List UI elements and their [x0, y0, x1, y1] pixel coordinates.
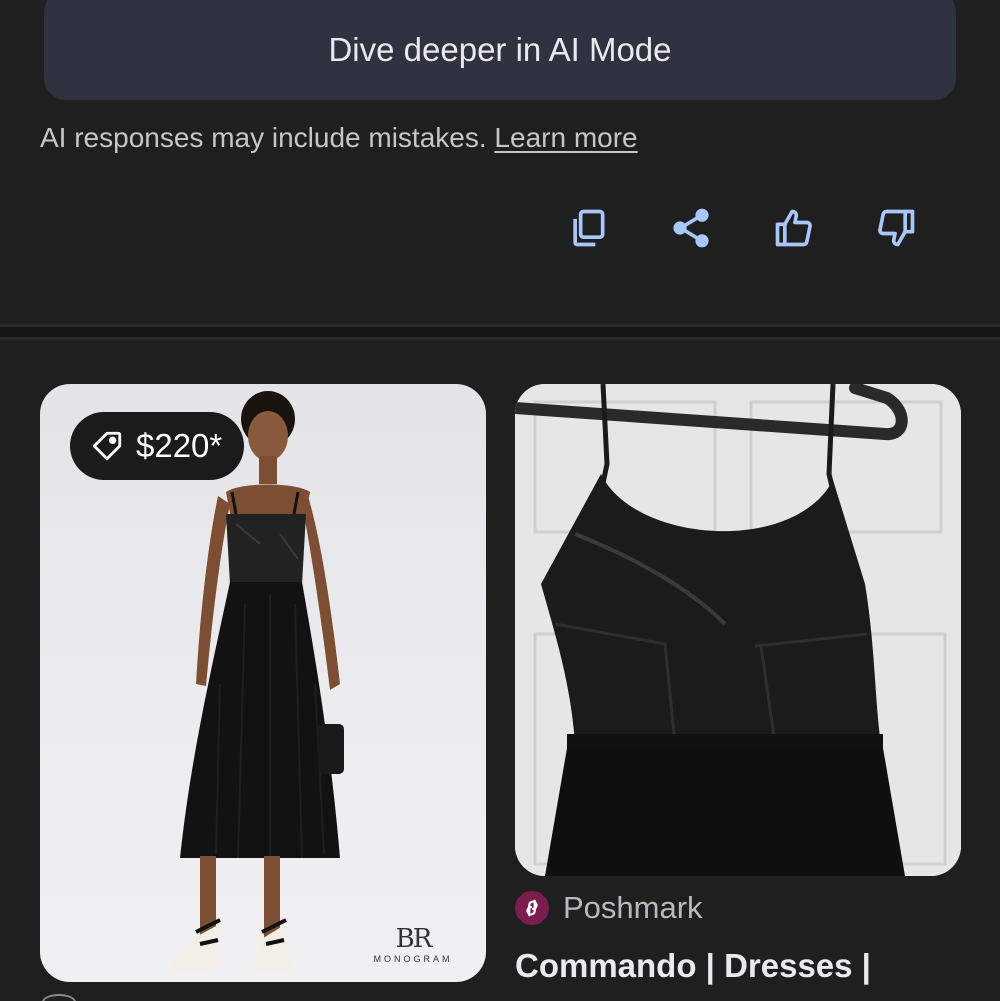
partial-favicon: [42, 994, 76, 1001]
disclaimer-text: AI responses may include mistakes.: [40, 122, 487, 153]
brand-wordmark: MONOGRAM: [373, 954, 453, 964]
learn-more-link[interactable]: Learn more: [494, 122, 637, 153]
monogram-logo: BR MONOGRAM: [358, 924, 468, 964]
dive-deeper-ai-mode-button[interactable]: Dive deeper in AI Mode: [44, 0, 956, 100]
page: Dive deeper in AI Mode AI responses may …: [0, 0, 1000, 1001]
share-icon: [673, 208, 709, 248]
brand-monogram: BR: [395, 924, 433, 954]
product-source[interactable]: Poshmark: [515, 890, 703, 926]
product-image-poshmark[interactable]: [515, 384, 961, 876]
price-tag-icon: [92, 431, 122, 461]
thumbs-down-icon: [878, 209, 915, 247]
product-image-banana-republic[interactable]: $220* BR MONOGRAM: [40, 384, 486, 982]
poshmark-favicon: [515, 891, 549, 925]
thumbs-down-button[interactable]: [872, 204, 920, 252]
hanging-dress-illustration: [515, 384, 961, 876]
section-divider: [0, 324, 1000, 340]
thumbs-up-button[interactable]: [770, 204, 818, 252]
thumbs-up-icon: [775, 209, 812, 247]
product-title[interactable]: Commando | Dresses |: [515, 947, 871, 985]
copy-icon: [573, 209, 605, 247]
product-price: $220*: [136, 427, 223, 464]
share-button[interactable]: [667, 204, 715, 252]
price-tag-badge: $220*: [70, 412, 245, 480]
poshmark-logo-icon: [526, 899, 538, 917]
ai-disclaimer: AI responses may include mistakes. Learn…: [40, 122, 638, 154]
copy-button[interactable]: [564, 204, 612, 252]
source-name: Poshmark: [563, 890, 703, 925]
